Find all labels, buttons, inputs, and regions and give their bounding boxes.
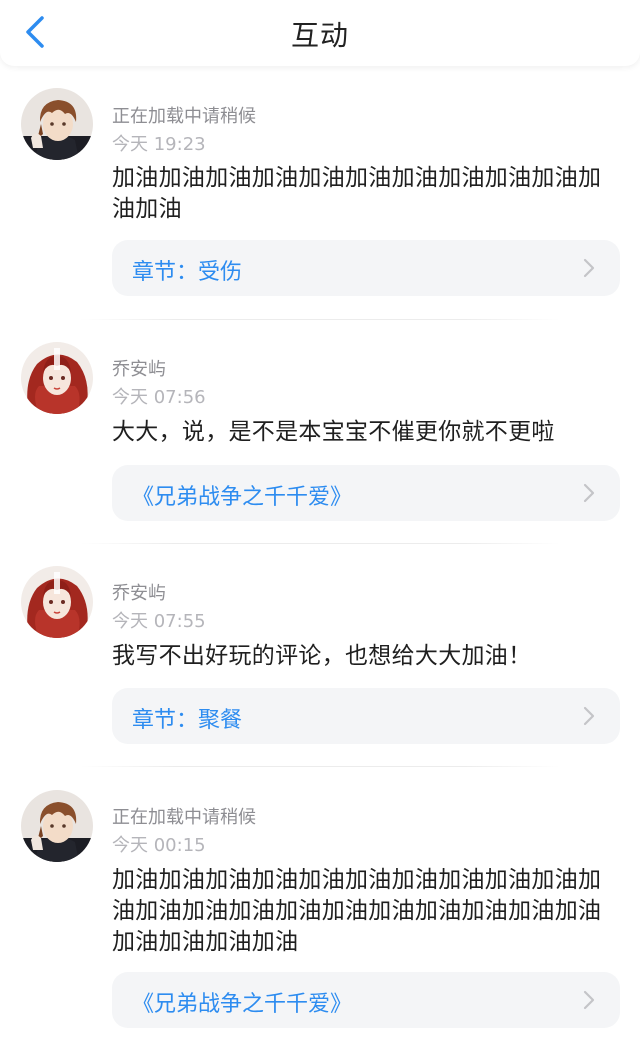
timestamp: 今天 19:23	[112, 134, 206, 155]
username[interactable]: 乔安屿	[112, 355, 166, 381]
avatar[interactable]	[21, 566, 93, 638]
comment-text: 加油加油加油加油加油加油加油加油加油加油加油加油	[112, 165, 602, 222]
top-bar: 互动	[0, 0, 640, 66]
book-link-label: 《兄弟战争之千千爱》	[132, 485, 353, 510]
book-link-label: 《兄弟战争之千千爱》	[132, 992, 353, 1017]
chapter-link[interactable]: 章节：聚餐	[112, 688, 620, 744]
chevron-right-icon	[583, 258, 595, 278]
avatar-boy-image	[21, 790, 93, 862]
book-link[interactable]: 《兄弟战争之千千爱》	[112, 465, 620, 521]
chevron-right-icon	[583, 706, 595, 726]
timestamp: 今天 07:56	[112, 387, 206, 408]
chevron-right-icon	[583, 990, 595, 1010]
timestamp: 今天 00:15	[112, 835, 206, 856]
avatar[interactable]	[21, 790, 93, 862]
divider	[80, 319, 560, 320]
username[interactable]: 乔安屿	[112, 579, 166, 605]
chapter-link-label: 章节：聚餐	[132, 708, 243, 733]
divider	[80, 766, 560, 767]
comment-text: 大大，说，是不是本宝宝不催更你就不更啦	[112, 419, 555, 445]
comment-text: 我写不出好玩的评论，也想给大大加油！	[112, 643, 532, 669]
timestamp: 今天 07:55	[112, 611, 206, 632]
chevron-right-icon	[583, 483, 595, 503]
avatar-boy-image	[21, 88, 93, 160]
chapter-link[interactable]: 章节：受伤	[112, 240, 620, 296]
divider	[80, 543, 560, 544]
avatar-girl-image	[21, 566, 93, 638]
book-link[interactable]: 《兄弟战争之千千爱》	[112, 972, 620, 1028]
chapter-link-label: 章节：受伤	[132, 260, 243, 285]
avatar[interactable]	[21, 88, 93, 160]
avatar[interactable]	[21, 342, 93, 414]
avatar-girl-image	[21, 342, 93, 414]
comment-text: 加油加油加油加油加油加油加油加油加油加油加油加油加油加油加油加油加油加油加油加油…	[112, 867, 602, 955]
username[interactable]: 正在加载中请稍候	[112, 102, 256, 128]
page-title: 互动	[290, 19, 349, 52]
username[interactable]: 正在加载中请稍候	[112, 803, 256, 829]
